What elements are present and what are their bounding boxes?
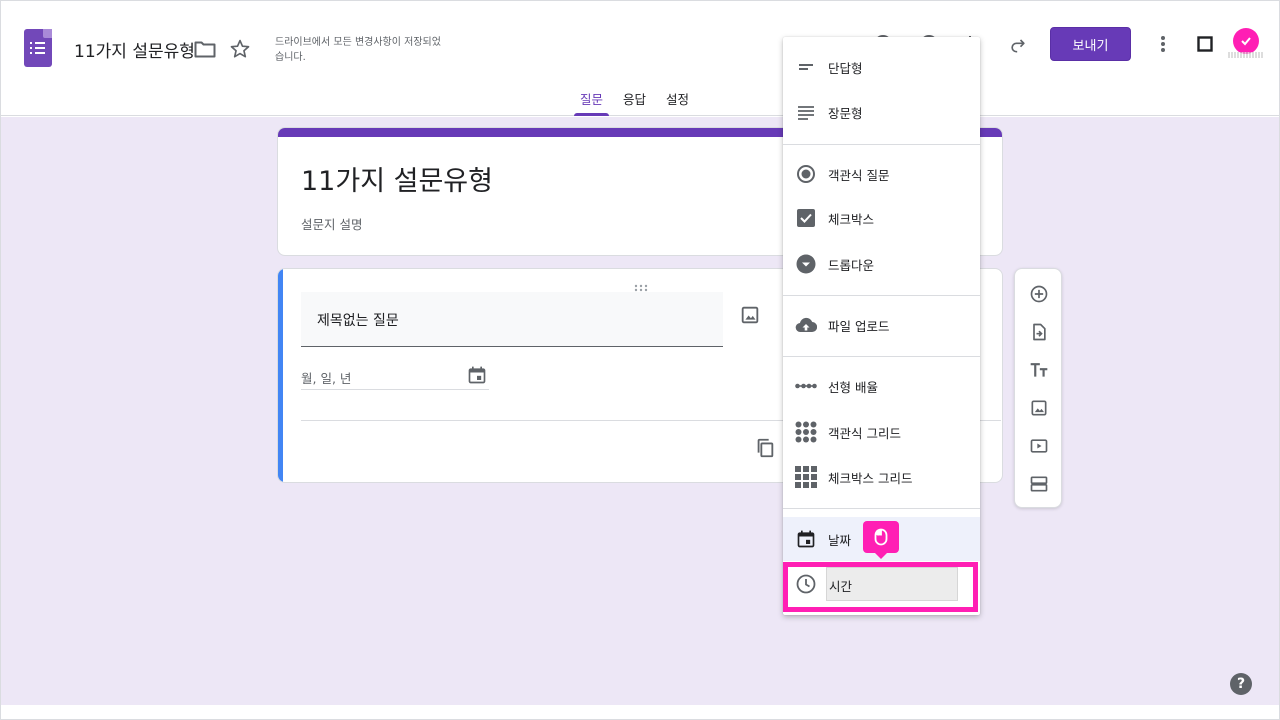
menu-item-label: 드롭다운 <box>828 257 875 273</box>
avatar-caption <box>1228 52 1264 58</box>
form-description[interactable]: 설문지 설명 <box>301 214 362 233</box>
menu-item-label: 체크박스 <box>828 211 875 227</box>
menu-item-label: 날짜 <box>828 532 852 548</box>
drag-handle-icon[interactable] <box>633 277 649 292</box>
folder-icon[interactable] <box>192 36 218 62</box>
grid-squares-icon <box>794 465 818 489</box>
mouse-click-icon <box>863 521 899 559</box>
star-icon[interactable] <box>227 36 253 62</box>
send-button[interactable]: 보내기 <box>1050 27 1131 61</box>
menu-divider <box>783 508 980 509</box>
add-title-icon[interactable] <box>1027 358 1051 382</box>
menu-item-checkbox[interactable]: 체크박스 <box>783 196 980 240</box>
date-placeholder: 월, 일, 년 <box>301 371 352 386</box>
add-video-icon[interactable] <box>1027 434 1051 458</box>
duplicate-icon[interactable] <box>754 437 778 461</box>
menu-divider <box>783 356 980 357</box>
menu-item-checkbox-grid[interactable]: 체크박스 그리드 <box>783 455 980 499</box>
calendar-icon <box>794 527 818 551</box>
menu-item-label: 장문형 <box>828 105 863 121</box>
menu-divider <box>783 144 980 145</box>
menu-item-short-answer[interactable]: 단답형 <box>783 45 980 89</box>
add-section-icon[interactable] <box>1027 472 1051 496</box>
short-answer-icon <box>794 55 818 79</box>
menu-item-linear-scale[interactable]: 선형 배율 <box>783 364 980 408</box>
redo-icon[interactable] <box>1006 33 1030 57</box>
dropdown-icon <box>794 252 818 276</box>
cloud-upload-icon <box>794 313 818 337</box>
avatar[interactable] <box>1233 28 1259 54</box>
menu-item-label: 단답형 <box>828 60 863 76</box>
tutorial-highlight-frame <box>783 562 978 612</box>
menu-item-label: 체크박스 그리드 <box>828 470 913 486</box>
menu-item-file-upload[interactable]: 파일 업로드 <box>783 303 980 347</box>
linear-scale-icon <box>794 374 818 398</box>
tab-bar: 질문 응답 설정 <box>570 80 699 116</box>
document-title[interactable]: 11가지 설문유형 <box>74 37 195 62</box>
menu-item-dropdown[interactable]: 드롭다운 <box>783 242 980 286</box>
more-options-icon[interactable] <box>1152 32 1174 56</box>
calendar-icon <box>467 365 489 387</box>
menu-item-label: 객관식 질문 <box>828 167 890 183</box>
form-title[interactable]: 11가지 설문유형 <box>301 159 493 198</box>
radio-icon <box>794 162 818 186</box>
question-card-accent <box>278 269 283 482</box>
question-title-input[interactable]: 제목없는 질문 <box>301 292 723 347</box>
square-icon[interactable] <box>1193 32 1217 56</box>
floating-toolbar <box>1014 268 1062 508</box>
menu-item-multiple-choice[interactable]: 객관식 질문 <box>783 152 980 196</box>
menu-item-paragraph[interactable]: 장문형 <box>783 90 980 134</box>
checkbox-icon <box>794 206 818 230</box>
forms-logo-icon[interactable] <box>24 29 52 67</box>
add-image-icon[interactable] <box>739 304 763 328</box>
import-questions-icon[interactable] <box>1027 320 1051 344</box>
add-image-icon[interactable] <box>1027 396 1051 420</box>
question-title-text: 제목없는 질문 <box>317 313 399 329</box>
menu-item-label: 객관식 그리드 <box>828 425 901 441</box>
menu-divider <box>783 295 980 296</box>
save-status: 드라이브에서 모든 변경사항이 저장되었습니다. <box>275 37 441 63</box>
tab-responses[interactable]: 응답 <box>617 80 652 116</box>
date-answer-field: 월, 일, 년 <box>301 362 489 390</box>
paragraph-icon <box>794 100 818 124</box>
help-icon[interactable]: ? <box>1230 673 1252 695</box>
app-header: 11가지 설문유형 드라이브에서 모든 변경사항이 저장되었습니다. 보내기 질… <box>0 0 1280 116</box>
menu-item-label: 선형 배율 <box>828 379 878 395</box>
tab-questions[interactable]: 질문 <box>574 80 610 116</box>
menu-item-label: 파일 업로드 <box>828 318 890 334</box>
tab-settings[interactable]: 설정 <box>660 80 695 116</box>
add-question-icon[interactable] <box>1027 282 1051 306</box>
menu-item-multiple-choice-grid[interactable]: 객관식 그리드 <box>783 410 980 454</box>
grid-dots-icon <box>794 420 818 444</box>
